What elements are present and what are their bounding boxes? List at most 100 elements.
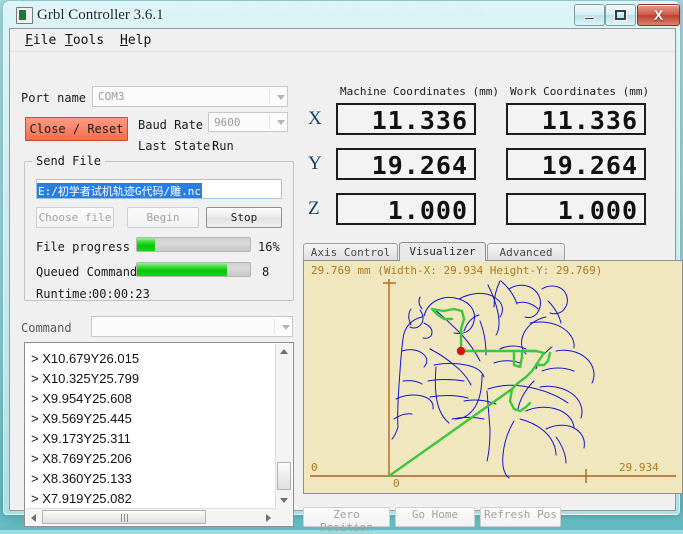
tab-axis-control[interactable]: Axis Control	[303, 243, 398, 261]
runtime-label: Runtime:	[36, 287, 94, 301]
console-line: > X7.919Y25.082	[31, 491, 132, 506]
zero-position-button[interactable]: Zero Position	[303, 507, 390, 534]
console-line: > X8.360Y25.133	[31, 471, 132, 486]
minimize-button[interactable]	[574, 4, 605, 26]
visualizer-canvas	[304, 261, 682, 493]
file-progress-fill	[137, 238, 156, 251]
work-x-value: 11.336	[541, 106, 638, 135]
port-name-select[interactable]: COM3	[92, 86, 288, 107]
menu-item-help[interactable]: Help	[113, 32, 158, 49]
client-area: File Tools Help Port name COM3 Close / R…	[9, 28, 683, 534]
combo-separator-2	[269, 115, 270, 129]
console-line: > X9.569Y25.445	[31, 411, 132, 426]
combo-separator-3	[274, 319, 275, 334]
work-x-display: 11.336	[506, 103, 646, 135]
machine-x-display: 11.336	[336, 103, 476, 135]
stop-button[interactable]: Stop	[206, 207, 282, 228]
work-y-display: 19.264	[506, 148, 646, 180]
grip-line-2	[124, 514, 125, 522]
visualizer-origin-x-label: 0	[393, 477, 400, 490]
combo-separator	[269, 89, 270, 104]
window-title: Grbl Controller 3.6.1	[37, 7, 164, 23]
grip-line-1	[121, 514, 122, 522]
port-name-value: COM3	[98, 90, 125, 103]
scroll-right-icon[interactable]	[266, 514, 271, 522]
close-reset-button[interactable]: Close / Reset	[25, 117, 128, 141]
console-hscroll-thumb[interactable]	[42, 510, 206, 524]
queued-commands-label: Queued Commands	[36, 265, 145, 279]
machine-y-value: 19.264	[371, 151, 468, 180]
menu-file-rest: ile	[32, 33, 57, 48]
scroll-up-icon[interactable]	[280, 349, 288, 354]
work-coordinates-header: Work Coordinates (mm)	[510, 85, 650, 98]
minimize-icon	[575, 5, 604, 25]
axis-label-x: X	[308, 108, 322, 129]
file-progress-label: File progress	[36, 240, 130, 254]
port-name-label: Port name	[21, 91, 87, 105]
axis-label-y: Y	[308, 153, 322, 174]
runtime-value: 00:00:23	[92, 287, 150, 301]
file-progress-bar	[136, 237, 251, 252]
axis-label-z: Z	[308, 198, 320, 219]
work-z-value: 1.000	[557, 196, 638, 225]
visualizer-panel[interactable]: 29.769 mm (Width-X: 29.934 Height-Y: 29.…	[303, 260, 683, 494]
app-window-icon	[16, 7, 33, 24]
file-path-value: E:/初学者试机轨迹G代码/雕.nc	[37, 183, 202, 198]
console-line: > X8.769Y25.206	[31, 451, 132, 466]
close-icon: X	[653, 7, 664, 23]
title-bar[interactable]: Grbl Controller 3.6.1 X	[4, 2, 681, 28]
scroll-left-icon[interactable]	[31, 514, 36, 522]
work-z-display: 1.000	[506, 193, 646, 225]
menu-item-file[interactable]: File	[18, 32, 63, 49]
console-line: > X10.325Y25.799	[31, 371, 140, 386]
work-y-value: 19.264	[541, 151, 638, 180]
current-position-marker	[456, 346, 466, 356]
machine-y-display: 19.264	[336, 148, 476, 180]
command-input[interactable]	[91, 316, 293, 337]
scrollbar-corner	[276, 509, 292, 525]
queued-commands-bar	[136, 262, 251, 277]
maximize-button[interactable]	[605, 4, 636, 26]
scroll-down-icon[interactable]	[280, 498, 288, 503]
chevron-down-icon-3	[282, 324, 290, 330]
console-vertical-scrollbar[interactable]	[275, 344, 292, 509]
maximize-icon	[606, 5, 635, 25]
chevron-down-icon	[277, 94, 285, 100]
last-state-label: Last State:	[138, 139, 218, 153]
visualizer-x-max-label: 29.934	[619, 461, 659, 474]
machine-z-display: 1.000	[336, 193, 476, 225]
machine-x-value: 11.336	[371, 106, 468, 135]
menu-help-rest: elp	[127, 33, 152, 48]
console-line: > X10.679Y26.015	[31, 351, 140, 366]
menu-tools-rest: ools	[72, 33, 105, 48]
last-state-value: Run	[212, 139, 234, 153]
close-button[interactable]: X	[637, 4, 680, 26]
baud-rate-label: Baud Rate	[138, 118, 204, 132]
grip-line-3	[127, 514, 128, 522]
tab-strip: Axis Control Visualizer Advanced	[303, 242, 683, 261]
application-window: Grbl Controller 3.6.1 X File Tools Help …	[3, 1, 683, 534]
queued-commands-fill	[137, 263, 228, 276]
console-scroll-thumb[interactable]	[277, 462, 291, 490]
console-horizontal-scrollbar[interactable]	[26, 508, 276, 525]
choose-file-button[interactable]: Choose file	[36, 207, 114, 228]
console-line: > X9.954Y25.608	[31, 391, 132, 406]
chevron-down-icon-2	[277, 120, 285, 125]
tab-advanced[interactable]: Advanced	[487, 243, 565, 261]
send-file-group-title: Send File	[32, 154, 106, 168]
go-home-button[interactable]: Go Home	[395, 507, 475, 527]
menu-item-tools[interactable]: Tools	[58, 32, 111, 49]
machine-z-value: 1.000	[387, 196, 468, 225]
visualizer-origin-y-label: 0	[311, 461, 318, 474]
console-output-list[interactable]: > X10.679Y26.015 > X10.325Y25.799 > X9.954…	[24, 342, 294, 527]
baud-rate-select[interactable]: 9600	[208, 112, 288, 132]
refresh-pos-button[interactable]: Refresh Pos	[480, 507, 561, 527]
file-path-input[interactable]: E:/初学者试机轨迹G代码/雕.nc	[36, 179, 282, 199]
begin-button[interactable]: Begin	[127, 207, 199, 228]
command-label: Command	[21, 321, 72, 335]
queued-commands-value: 8	[262, 265, 270, 279]
baud-rate-value: 9600	[214, 116, 241, 129]
tab-visualizer[interactable]: Visualizer	[399, 242, 486, 261]
console-line: > X9.173Y25.311	[31, 431, 131, 446]
file-progress-value: 16%	[258, 240, 280, 254]
